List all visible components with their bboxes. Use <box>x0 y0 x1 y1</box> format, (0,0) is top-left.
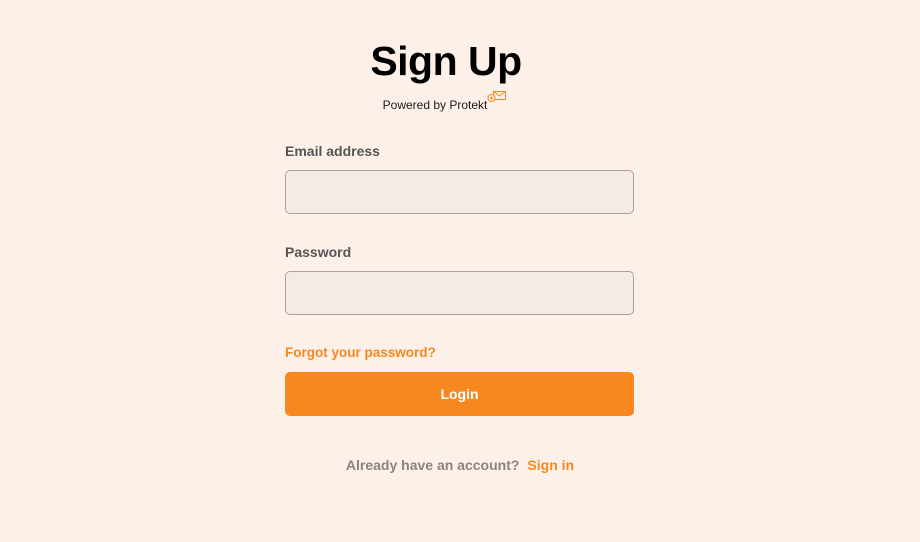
email-field[interactable] <box>285 170 634 214</box>
page-title: Sign Up <box>370 38 522 84</box>
signin-link[interactable]: Sign in <box>527 457 574 473</box>
powered-by-text: Powered by Protekt <box>382 98 488 112</box>
signin-question: Already have an account? <box>345 457 520 473</box>
signin-prompt: Already have an account? Sign in <box>0 454 920 476</box>
login-button[interactable]: Login <box>285 372 634 416</box>
powered-by-line: Powered by Protekt <box>0 89 890 116</box>
envelope-badge-icon <box>487 89 507 105</box>
forgot-password-link[interactable]: Forgot your password? <box>285 342 436 364</box>
email-label: Email address <box>285 143 380 159</box>
password-label: Password <box>285 244 352 260</box>
password-field[interactable] <box>285 271 634 315</box>
